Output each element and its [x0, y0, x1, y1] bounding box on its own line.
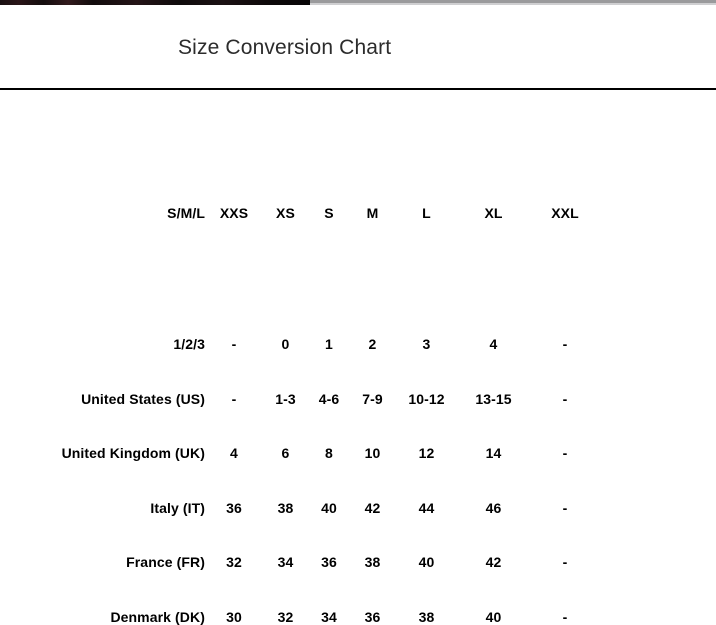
- table-row: United States (US) - 1-3 4-6 7-9 10-12 1…: [0, 352, 716, 407]
- table-row: Italy (IT) 36 38 40 42 44 46 -: [0, 461, 716, 516]
- row-label: Italy (IT): [150, 499, 205, 516]
- spacer-cell: [601, 516, 716, 571]
- spacer-cell: [601, 352, 716, 407]
- cell-value: 4-6: [318, 390, 340, 407]
- table-row: France (FR) 32 34 36 38 40 42 -: [0, 516, 716, 571]
- cell-value: 10-12: [408, 390, 445, 407]
- table-body: 1/2/3 - 0 1 2 3 4 - United States (US) -…: [0, 221, 716, 625]
- row-label: Denmark (DK): [110, 608, 205, 625]
- cell-value: 34: [277, 554, 294, 571]
- column-header-sml: S/M/L: [167, 205, 205, 221]
- cell-value: 13-15: [475, 390, 512, 407]
- cell-value: 1-3: [275, 390, 296, 407]
- row-label: 1/2/3: [173, 336, 205, 352]
- cell-value: 3: [422, 336, 431, 352]
- column-header-xxs: XXS: [219, 205, 249, 221]
- cell-value: 4: [230, 445, 238, 462]
- cell-value: -: [231, 390, 237, 407]
- cell-value: 4: [489, 336, 498, 352]
- spacer-cell: [601, 570, 716, 625]
- cell-value: 46: [485, 499, 502, 516]
- spacer-cell: [601, 221, 716, 352]
- cell-value: -: [562, 608, 568, 625]
- cell-value: 40: [418, 554, 435, 571]
- cell-value: 30: [226, 608, 242, 625]
- column-header-m: M: [366, 205, 379, 221]
- cell-value: 8: [325, 445, 333, 462]
- cell-value: -: [562, 336, 568, 352]
- cell-value: 12: [418, 445, 435, 462]
- cell-value: 10: [364, 445, 381, 462]
- column-header-s: S: [324, 205, 334, 221]
- cell-value: -: [562, 499, 568, 516]
- cell-value: 6: [281, 445, 290, 462]
- cell-value: 38: [364, 554, 381, 571]
- table-row: Denmark (DK) 30 32 34 36 38 40 -: [0, 570, 716, 625]
- cell-value: 36: [364, 608, 381, 625]
- cell-value: 40: [485, 608, 502, 625]
- column-header-xxl: XXL: [551, 205, 579, 221]
- cell-value: 1: [325, 336, 333, 352]
- row-label: France (FR): [126, 554, 205, 571]
- cell-value: 42: [364, 499, 381, 516]
- cell-value: 34: [321, 608, 337, 625]
- cell-value: -: [231, 336, 237, 352]
- cell-value: 36: [321, 554, 337, 571]
- cell-value: 32: [277, 608, 294, 625]
- cell-value: 40: [321, 499, 337, 516]
- cell-value: 32: [226, 554, 242, 571]
- cell-value: 38: [277, 499, 294, 516]
- column-header-xs: XS: [276, 205, 295, 221]
- cell-value: 42: [485, 554, 502, 571]
- column-header-xl: XL: [484, 205, 503, 221]
- column-header-l: L: [422, 205, 431, 221]
- spacer-cell: [601, 90, 716, 221]
- size-conversion-table: S/M/L XXS XS S M L XL XXL 1/2/3 - 0 1 2 …: [0, 90, 716, 625]
- cell-value: 44: [418, 499, 435, 516]
- cell-value: 38: [418, 608, 435, 625]
- spacer-cell: [601, 461, 716, 516]
- table-header: S/M/L XXS XS S M L XL XXL: [0, 90, 716, 221]
- cell-value: -: [562, 390, 568, 407]
- cell-value: -: [562, 554, 568, 571]
- page-title: Size Conversion Chart: [178, 36, 392, 59]
- cell-value: 14: [485, 445, 502, 462]
- cell-value: 36: [226, 499, 242, 516]
- table-header-row: S/M/L XXS XS S M L XL XXL: [0, 90, 716, 221]
- title-bar: Size Conversion Chart: [0, 5, 716, 89]
- cell-value: 7-9: [362, 390, 383, 407]
- spacer-cell: [601, 407, 716, 462]
- table-row: United Kingdom (UK) 4 6 8 10 12 14 -: [0, 407, 716, 462]
- cell-value: 2: [368, 336, 377, 352]
- cell-value: -: [562, 445, 568, 462]
- table-row: 1/2/3 - 0 1 2 3 4 -: [0, 221, 716, 352]
- row-label: United Kingdom (UK): [61, 445, 205, 462]
- row-label: United States (US): [81, 390, 205, 407]
- cell-value: 0: [281, 336, 290, 352]
